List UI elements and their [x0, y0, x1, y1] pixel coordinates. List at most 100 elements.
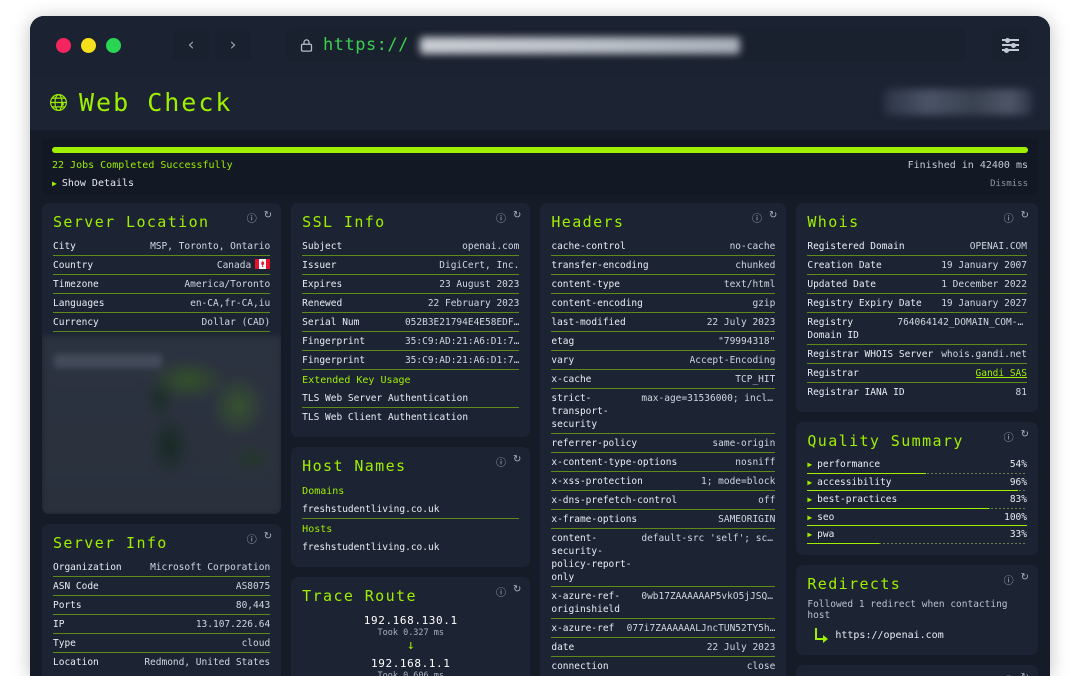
row-value: 80,443 — [236, 599, 270, 612]
refresh-icon[interactable]: ↻ — [1021, 672, 1029, 676]
section-subtitle: Domains — [302, 481, 519, 500]
info-icon[interactable]: ⓘ — [247, 210, 257, 225]
row-key: Registrar IANA ID — [807, 386, 904, 399]
row-value: 22 February 2023 — [428, 297, 520, 310]
metric-label: accessibility — [817, 477, 891, 488]
caret-right-icon: ▶ — [807, 460, 812, 469]
location-map[interactable] — [42, 336, 281, 514]
row-key: connection — [551, 660, 608, 673]
row-key: content-type — [551, 278, 620, 291]
card-title: Quality Summary — [807, 432, 1027, 450]
info-icon[interactable]: ⓘ — [496, 210, 506, 225]
quality-metric-row[interactable]: ▶seo 100% — [807, 509, 1027, 527]
info-icon[interactable]: ⓘ — [1004, 429, 1014, 444]
card-actions[interactable]: ⓘ ↻ — [496, 454, 521, 469]
list-item: TLS Web Client Authentication — [302, 408, 519, 426]
row-value: text/html — [724, 278, 775, 291]
quality-metric-row[interactable]: ▶pwa 33% — [807, 526, 1027, 544]
row-key: Renewed — [302, 297, 342, 310]
browser-menu-button[interactable] — [992, 28, 1028, 62]
row-value: 35:C9:AD:21:A6:D1:7… — [405, 354, 519, 367]
metric-percent: 96% — [1010, 477, 1027, 488]
info-icon[interactable]: ⓘ — [247, 531, 257, 546]
header-redacted-controls[interactable] — [884, 89, 1032, 115]
info-icon[interactable]: ⓘ — [1004, 210, 1014, 225]
address-bar[interactable]: https:// — [287, 28, 966, 62]
refresh-icon[interactable]: ↻ — [1021, 572, 1029, 587]
refresh-icon[interactable]: ↻ — [264, 531, 272, 546]
quality-metric-row[interactable]: ▶performance 54% — [807, 456, 1027, 474]
row-value: 077i7ZAAAAAALJncTUN52TY5h… — [627, 622, 776, 635]
card-title: Headers — [551, 213, 775, 231]
row-key: content-encoding — [551, 297, 643, 310]
refresh-icon[interactable]: ↻ — [769, 210, 777, 225]
table-row: Country Canada — [53, 256, 270, 275]
refresh-icon[interactable]: ↻ — [513, 584, 521, 599]
card-actions[interactable]: ⓘ ↻ — [496, 210, 521, 225]
card-actions[interactable]: ⓘ ↻ — [1004, 429, 1029, 444]
table-row: Fingerprint 35:C9:AD:21:A6:D1:7… — [302, 351, 519, 370]
quality-metric-row[interactable]: ▶best-practices 83% — [807, 491, 1027, 509]
table-row: strict-transport-securitymax-age=3153600… — [551, 389, 775, 434]
refresh-icon[interactable]: ↻ — [1021, 429, 1029, 444]
row-key: Expires — [302, 278, 342, 291]
card-actions[interactable]: ⓘ ↻ — [752, 210, 777, 225]
card-actions[interactable]: ⓘ ↻ — [247, 531, 272, 546]
refresh-icon[interactable]: ↻ — [513, 210, 521, 225]
dismiss-button[interactable]: Dismiss — [990, 179, 1028, 189]
card-redirects: ⓘ ↻ Redirects Followed 1 redirect when c… — [796, 565, 1038, 655]
row-value: 35:C9:AD:21:A6:D1:7… — [405, 335, 519, 348]
row-value: 0wb17ZAAAAAAP5vkO5jJSQ56d… — [641, 590, 775, 616]
redirect-entry[interactable]: https://openai.com — [807, 628, 1027, 644]
minimize-window-button[interactable] — [81, 38, 96, 53]
info-icon[interactable]: ⓘ — [496, 454, 506, 469]
row-key: Registry Expiry Date — [807, 297, 921, 310]
redirect-url[interactable]: https://openai.com — [835, 630, 943, 641]
close-window-button[interactable] — [56, 38, 71, 53]
list-item: freshstudentliving.co.uk — [302, 538, 519, 556]
refresh-icon[interactable]: ↻ — [264, 210, 272, 225]
show-details-toggle[interactable]: ▶ Show Details — [52, 178, 134, 189]
row-value: max-age=31536000; include… — [641, 392, 775, 431]
row-value: 19 January 2027 — [941, 297, 1027, 310]
row-key: cache-control — [551, 240, 625, 253]
info-icon[interactable]: ⓘ — [1004, 672, 1014, 676]
info-icon[interactable]: ⓘ — [1004, 572, 1014, 587]
globe-icon — [48, 92, 69, 113]
brand[interactable]: Web Check — [48, 88, 232, 117]
forward-button[interactable]: › — [215, 29, 251, 61]
row-value: 052B3E21794E4E58EDF… — [405, 316, 519, 329]
row-value: en-CA,fr-CA,iu — [190, 297, 270, 310]
back-button[interactable]: ‹ — [173, 29, 209, 61]
refresh-icon[interactable]: ↻ — [1021, 210, 1029, 225]
card-actions[interactable]: ⓘ ↻ — [496, 584, 521, 599]
card-title: Host Names — [302, 457, 519, 475]
window-controls[interactable] — [48, 38, 121, 53]
row-value: MSP, Toronto, Ontario — [150, 240, 270, 253]
sliders-icon-line — [1002, 49, 1019, 51]
card-ssl-info: ⓘ ↻ SSL Info Subject openai.com Issuer D… — [291, 203, 530, 437]
info-icon[interactable]: ⓘ — [752, 210, 762, 225]
registrar-link[interactable]: Gandi SAS — [976, 367, 1027, 380]
refresh-icon[interactable]: ↻ — [513, 454, 521, 469]
row-key: Type — [53, 637, 76, 650]
metric-percent: 33% — [1010, 529, 1027, 540]
card-actions[interactable]: ⓘ ↻ — [1004, 572, 1029, 587]
row-value: nosniff — [735, 456, 775, 469]
quality-metric-row[interactable]: ▶accessibility 96% — [807, 474, 1027, 492]
redirect-summary: Followed 1 redirect when contacting host — [807, 599, 1027, 621]
progress-panel: 22 Jobs Completed Successfully Finished … — [42, 139, 1038, 195]
card-actions[interactable]: ⓘ ↻ — [1004, 210, 1029, 225]
card-actions[interactable]: ⓘ ↻ — [1004, 672, 1029, 676]
page-content: Web Check 22 Jobs Completed Successfully… — [30, 74, 1050, 676]
list-item: freshstudentliving.co.uk — [302, 500, 519, 519]
info-icon[interactable]: ⓘ — [496, 584, 506, 599]
hop-time: Took 0.327 ms — [302, 628, 519, 638]
row-value: 23 August 2023 — [439, 278, 519, 291]
maximize-window-button[interactable] — [106, 38, 121, 53]
table-row: ASN Code AS8075 — [53, 577, 270, 596]
row-value: no-cache — [730, 240, 776, 253]
row-key: etag — [551, 335, 574, 348]
table-row: content-type text/html — [551, 275, 775, 294]
card-actions[interactable]: ⓘ ↻ — [247, 210, 272, 225]
